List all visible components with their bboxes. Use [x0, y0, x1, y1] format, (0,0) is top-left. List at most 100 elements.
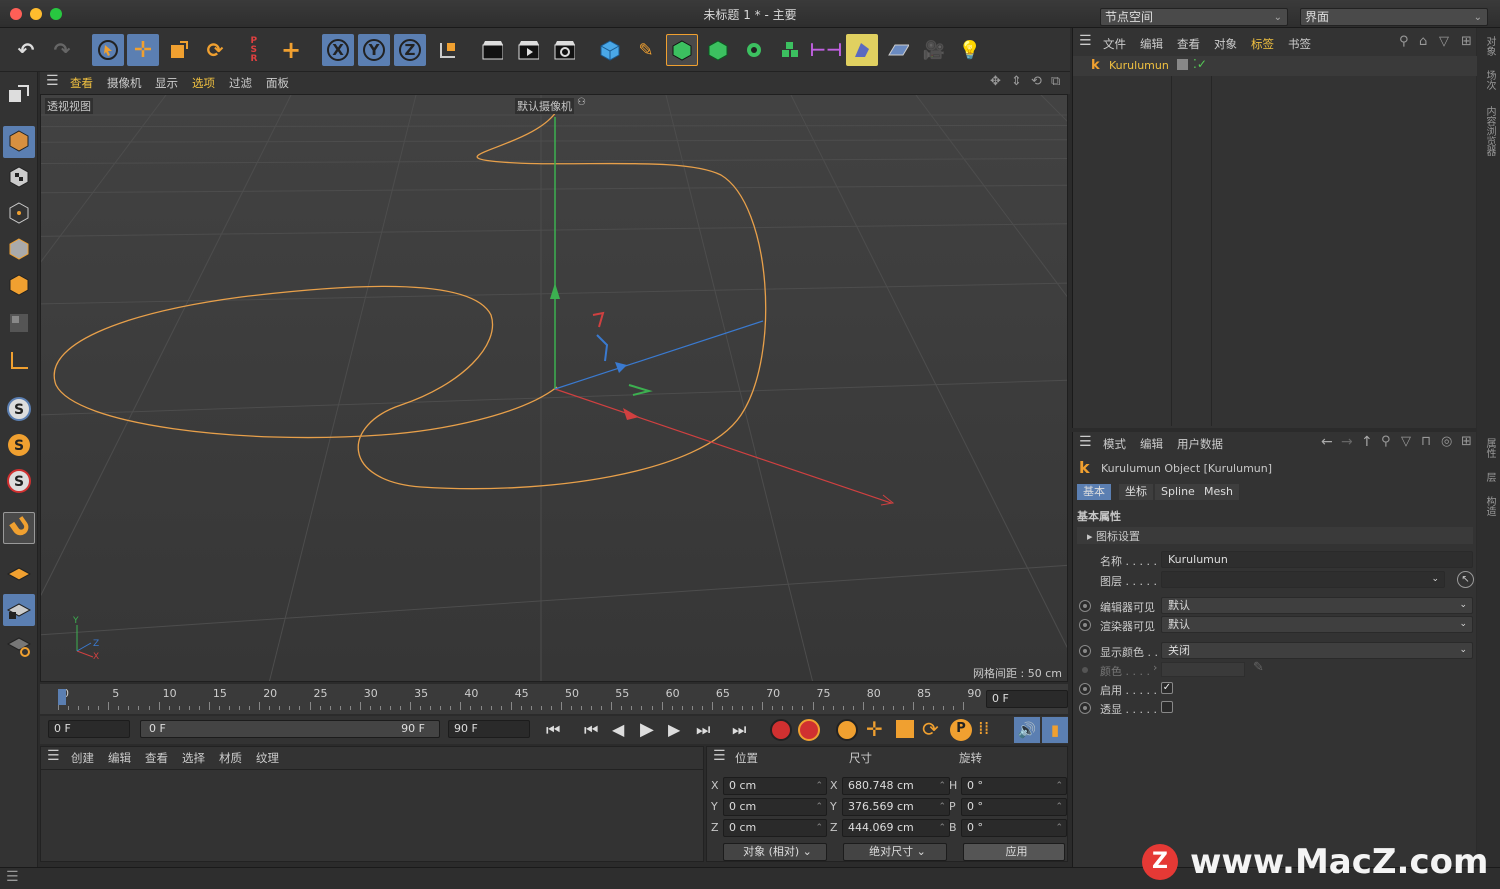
layer-icon[interactable] [1177, 59, 1188, 70]
scale-tool-button[interactable] [163, 34, 195, 66]
filter-icon[interactable]: ▽ [1401, 434, 1411, 449]
dolly-view-icon[interactable]: ⇕ [1011, 74, 1022, 89]
display-color-dropdown[interactable]: 关闭 ⌄ [1161, 642, 1473, 659]
menu-panel[interactable]: 面板 [266, 75, 289, 91]
undo-button[interactable]: ↶ [10, 34, 42, 66]
subdivision-button[interactable] [666, 34, 698, 66]
coordinate-system-button[interactable] [432, 34, 464, 66]
snap-button[interactable]: S [3, 394, 35, 426]
filter-icon[interactable]: ▽ [1439, 34, 1449, 49]
position-x-field[interactable]: 0 cm ⌃ [723, 777, 827, 795]
rotate-tool-button[interactable]: ⟳ [199, 34, 231, 66]
enabled-checkbox[interactable]: ✓ [1161, 682, 1173, 694]
menu-display[interactable]: 显示 [155, 75, 178, 91]
render-settings-button[interactable] [548, 34, 580, 66]
go-to-end-icon[interactable]: ⏭ [732, 720, 746, 740]
stepper-icon[interactable]: ⌃ [1055, 820, 1063, 836]
size-x-field[interactable]: 680.748 cm ⌃ [842, 777, 950, 795]
model-mode-button[interactable] [3, 126, 35, 158]
deformer-button[interactable]: ⊢⊣ [810, 34, 843, 66]
hamburger-icon[interactable]: ☰ [1079, 434, 1092, 450]
tab-content-browser[interactable]: 内容浏览器 [1482, 106, 1497, 156]
home-icon[interactable]: ⌂ [1419, 34, 1427, 49]
rotate-view-icon[interactable]: ⟲ [1031, 74, 1042, 89]
psr-button[interactable]: PSR [238, 34, 270, 66]
stepper-icon[interactable]: ⌃ [938, 778, 946, 794]
tab-spline[interactable]: Spline [1155, 484, 1201, 500]
current-frame-field[interactable]: 0 F [986, 690, 1068, 708]
axis-mode-button[interactable] [3, 346, 35, 378]
lock-icon[interactable]: ⊓ [1421, 434, 1431, 449]
menu-objects[interactable]: 对象 [1214, 36, 1237, 52]
stepper-icon[interactable]: ⌃ [938, 799, 946, 815]
animate-radio[interactable] [1079, 619, 1091, 631]
size-z-field[interactable]: 444.069 cm ⌃ [842, 819, 950, 837]
frame-range-slider[interactable]: 0 F 90 F [140, 720, 440, 738]
xray-checkbox[interactable] [1161, 701, 1173, 713]
position-y-field[interactable]: 0 cm ⌃ [723, 798, 827, 816]
menu-view[interactable]: 查看 [70, 75, 93, 91]
new-window-icon[interactable]: ⊞ [1461, 34, 1472, 49]
go-to-start-icon[interactable]: ⏮ [546, 720, 560, 740]
animate-radio[interactable] [1079, 645, 1091, 657]
editor-visibility-dropdown[interactable]: 默认 ⌄ [1161, 597, 1473, 614]
camera-button[interactable]: 🎥 [918, 34, 950, 66]
layout-dropdown[interactable]: 界面 ⌄ [1300, 8, 1488, 26]
uv-mode-button[interactable] [3, 308, 35, 340]
apply-button[interactable]: 应用 [963, 843, 1065, 861]
previous-frame-icon[interactable]: ◀ [612, 720, 624, 739]
key-position-icon[interactable]: ✛ [866, 717, 883, 741]
menu-material[interactable]: 材质 [219, 750, 242, 766]
position-z-field[interactable]: 0 cm ⌃ [723, 819, 827, 837]
tab-objects[interactable]: 对象 [1482, 36, 1497, 56]
animate-radio[interactable] [1079, 702, 1091, 714]
select-tool-button[interactable] [92, 34, 124, 66]
hamburger-icon[interactable]: ☰ [46, 73, 59, 89]
redo-button[interactable]: ↷ [46, 34, 78, 66]
playhead[interactable] [58, 689, 66, 705]
magnet-button[interactable] [3, 512, 35, 544]
menu-select[interactable]: 选择 [182, 750, 205, 766]
size-y-field[interactable]: 376.569 cm ⌃ [842, 798, 950, 816]
cloner-button[interactable] [738, 34, 770, 66]
object-row[interactable]: k Kurulumun ⁚✓ [1073, 56, 1477, 76]
up-arrow-icon[interactable]: ↑ [1361, 434, 1373, 450]
menu-edit[interactable]: 编辑 [1140, 436, 1163, 452]
end-frame-field[interactable]: 90 F [448, 720, 530, 738]
menu-view[interactable]: 查看 [145, 750, 168, 766]
forward-arrow-icon[interactable]: → [1341, 434, 1353, 450]
edge-mode-button[interactable] [3, 234, 35, 266]
render-view-button[interactable] [476, 34, 508, 66]
size-mode-dropdown[interactable]: 绝对尺寸 ⌄ [843, 843, 947, 861]
rotation-p-field[interactable]: 0 ° ⌃ [961, 798, 1067, 816]
add-button[interactable]: + [275, 34, 307, 66]
sound-icon[interactable]: 🔊 [1014, 717, 1040, 743]
tab-layers[interactable]: 层 [1482, 472, 1497, 482]
stepper-icon[interactable]: ⌃ [1055, 778, 1063, 794]
node-space-dropdown[interactable]: 节点空间 ⌄ [1100, 8, 1288, 26]
planar-workplane-button[interactable] [3, 630, 35, 662]
menu-edit[interactable]: 编辑 [108, 750, 131, 766]
key-rotation-icon[interactable]: ⟳ [922, 717, 939, 741]
render-picture-button[interactable] [512, 34, 544, 66]
menu-create[interactable]: 创建 [71, 750, 94, 766]
timeline[interactable]: 051015202530354045505560657075808590 0 F [40, 684, 1068, 714]
light-button[interactable]: 💡 [954, 34, 986, 66]
icon-settings-group[interactable]: ▸ 图标设置 [1077, 527, 1473, 544]
stepper-icon[interactable]: ⌃ [1055, 799, 1063, 815]
film-strip-icon[interactable]: ▮ [1042, 717, 1068, 743]
key-pla-icon[interactable]: ⁞⁞ [978, 718, 989, 739]
cube-button[interactable] [594, 34, 626, 66]
menu-filter[interactable]: 过滤 [229, 75, 252, 91]
field-button[interactable] [846, 34, 878, 66]
hamburger-icon[interactable]: ☰ [6, 869, 19, 885]
animate-radio[interactable] [1079, 600, 1091, 612]
target-icon[interactable]: ◎ [1441, 434, 1452, 449]
polygon-mode-button[interactable] [3, 270, 35, 302]
snap-quantize-button[interactable]: S [3, 466, 35, 498]
menu-tags[interactable]: 标签 [1251, 36, 1274, 52]
auto-key-icon[interactable] [798, 719, 820, 741]
workplane-button[interactable] [3, 558, 35, 590]
visibility-check-icon[interactable]: ⁚✓ [1193, 57, 1207, 71]
search-icon[interactable]: ⚲ [1399, 34, 1409, 49]
